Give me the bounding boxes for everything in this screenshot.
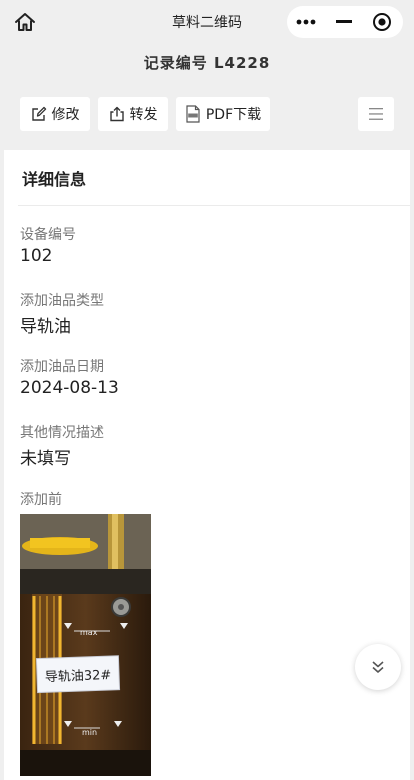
pdf-file-icon [186,105,200,123]
field-value-other-description: 未填写 [20,449,71,469]
share-icon [109,106,124,122]
photo-label: 添加前 [20,492,62,508]
edit-button[interactable]: 修改 [20,97,90,131]
field-value-oil-date: 2024-08-13 [20,378,119,398]
record-title: 记录编号 L4228 [143,54,271,72]
scroll-down-button[interactable] [355,644,401,690]
minimize-button[interactable] [325,6,363,38]
menu-button[interactable] [358,97,394,131]
field-label-oil-type: 添加油品类型 [20,293,104,309]
max-mark: max [80,628,98,637]
minimize-icon [336,20,352,23]
field-value-device-number: 102 [20,246,53,266]
before-photo[interactable]: max 导轨油32# min [20,514,151,776]
top-navigation-bar: 草料二维码 [0,0,414,44]
miniprogram-capsule [287,6,403,38]
min-mark: min [82,728,97,737]
more-dots-icon [296,19,316,25]
share-button-label: 转发 [129,107,158,123]
detail-card: 详细信息 设备编号 102 添加油品类型 导轨油 添加油品日期 2024-08-… [4,150,410,780]
more-button[interactable] [287,6,325,38]
photo-sticker-text: 导轨油32# [45,668,112,685]
section-divider [18,205,410,206]
field-label-device-number: 设备编号 [20,227,76,243]
pdf-download-button[interactable]: PDF下载 [176,97,270,131]
field-label-other-description: 其他情况描述 [20,425,104,441]
section-title: 详细信息 [22,170,87,189]
pdf-download-label: PDF下载 [205,107,262,123]
menu-lines-icon [369,108,383,120]
close-miniprogram-button[interactable] [363,6,401,38]
share-button[interactable]: 转发 [98,97,168,131]
oil-reservoir-photo: max 导轨油32# min [20,514,151,776]
double-chevron-down-icon [372,661,384,673]
field-value-oil-type: 导轨油 [20,317,71,337]
field-label-oil-date: 添加油品日期 [20,359,104,375]
edit-icon [31,106,46,121]
edit-button-label: 修改 [51,107,80,123]
target-close-icon [373,13,391,31]
